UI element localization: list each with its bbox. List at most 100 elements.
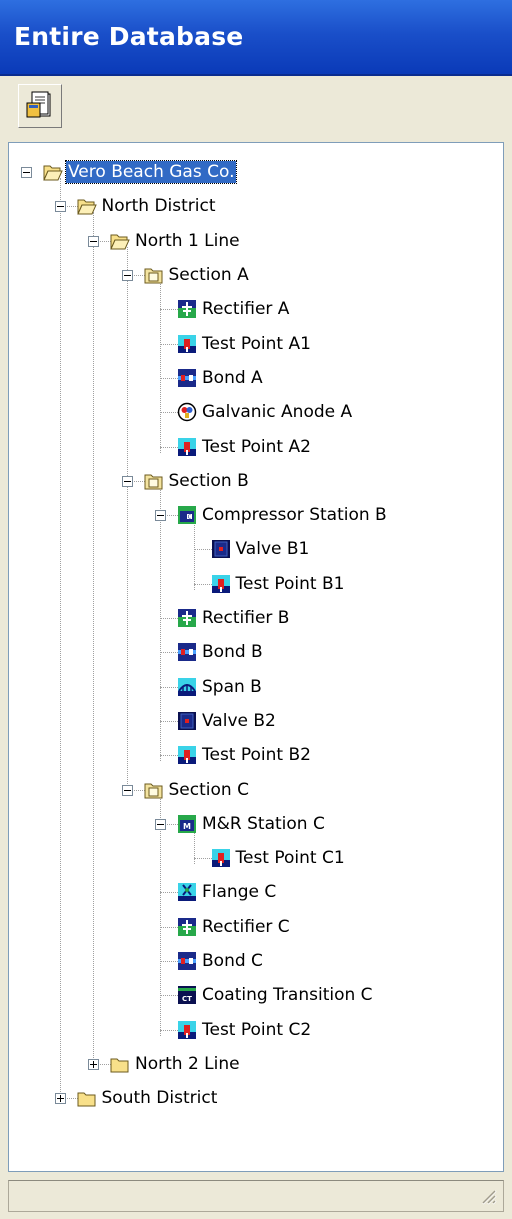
section-folder-icon (144, 265, 164, 285)
expand-toggle[interactable] (88, 1058, 99, 1070)
folder-open-icon (76, 196, 97, 216)
tree-node-label[interactable]: Test Point A1 (200, 333, 313, 355)
svg-text:M: M (183, 822, 191, 831)
test-point-icon (177, 745, 197, 765)
tree-node-label[interactable]: Compressor Station B (200, 504, 389, 526)
window: Entire Database Vero Beach Gas Co. North … (0, 0, 512, 1219)
tree-node-label[interactable]: Valve B2 (200, 710, 278, 732)
collapse-toggle[interactable] (121, 475, 133, 487)
collapse-toggle[interactable] (121, 270, 133, 282)
tree-node-label[interactable]: North 2 Line (133, 1053, 242, 1075)
tree-node[interactable]: Section A (9, 258, 499, 292)
svg-text:CT: CT (182, 995, 192, 1003)
coating-transition-icon: CT (177, 985, 197, 1005)
tree-node[interactable]: Bond A (9, 361, 499, 395)
tree-node-label[interactable]: Rectifier B (200, 607, 291, 629)
tree-node-label[interactable]: Test Point C1 (234, 847, 347, 869)
tree-node-label[interactable]: North 1 Line (133, 230, 242, 252)
folder-open-icon (43, 162, 63, 182)
tree-node-label[interactable]: Test Point C2 (200, 1019, 313, 1041)
mr-station-icon: M (177, 814, 197, 834)
tree-node[interactable]: Test Point A1 (9, 327, 499, 361)
tree-node-label[interactable]: Rectifier C (200, 916, 292, 938)
tree-node[interactable]: Test Point C1 (9, 841, 499, 875)
test-point-icon (177, 334, 197, 354)
test-point-icon (177, 437, 197, 457)
tree-node[interactable]: Span B (9, 670, 499, 704)
tree-node-label[interactable]: M&R Station C (200, 813, 327, 835)
tree-node-label[interactable]: Flange C (200, 881, 278, 903)
collapse-toggle[interactable] (155, 510, 166, 522)
expand-toggle[interactable] (54, 1093, 66, 1105)
tree-node[interactable]: Rectifier B (9, 601, 499, 635)
section-folder-icon (144, 471, 164, 491)
collapse-toggle[interactable] (21, 167, 32, 179)
tree-view[interactable]: Vero Beach Gas Co. North District North 1 … (8, 142, 504, 1172)
collapse-toggle[interactable] (88, 235, 99, 247)
tree-node[interactable]: Valve B1 (9, 532, 499, 566)
tree-node-label[interactable]: South District (100, 1087, 220, 1109)
tree-node-label[interactable]: Section B (167, 470, 251, 492)
tree-node[interactable]: Flange C (9, 875, 499, 909)
test-point-icon (211, 848, 231, 868)
collapse-toggle[interactable] (54, 201, 66, 213)
tree-node-label[interactable]: Test Point B2 (200, 744, 313, 766)
status-bar (8, 1180, 504, 1212)
section-folder-icon (144, 780, 164, 800)
tree-node[interactable]: North 2 Line (9, 1047, 499, 1081)
test-point-icon (177, 1020, 197, 1040)
tree-node[interactable]: Section B (9, 464, 499, 498)
tree-node-label[interactable]: Rectifier A (200, 298, 291, 320)
tree-node[interactable]: Test Point B2 (9, 738, 499, 772)
tree-node[interactable]: Test Point B1 (9, 567, 499, 601)
report-icon (26, 91, 51, 118)
tree-node[interactable]: CT Coating Transition C (9, 978, 499, 1012)
tree-node-label[interactable]: Bond B (200, 641, 265, 663)
tree-node-label[interactable]: Galvanic Anode A (200, 401, 354, 423)
rectifier-icon (177, 608, 197, 628)
bond-icon (177, 368, 197, 388)
tree-node-label[interactable]: Section C (167, 779, 251, 801)
tree-node-label[interactable]: Coating Transition C (200, 984, 375, 1006)
tree-node[interactable]: Bond B (9, 635, 499, 669)
span-icon (177, 677, 197, 697)
tree-node[interactable]: Section C (9, 772, 499, 806)
tree-node-label[interactable]: Test Point A2 (200, 436, 313, 458)
folder-closed-icon (110, 1054, 130, 1074)
tree-node[interactable]: North District (9, 189, 499, 223)
rectifier-icon (177, 299, 197, 319)
test-point-icon (211, 574, 231, 594)
bond-icon (177, 642, 197, 662)
tree-node[interactable]: Galvanic Anode A (9, 395, 499, 429)
report-button[interactable] (18, 84, 62, 128)
tree-node[interactable]: North 1 Line (9, 224, 499, 258)
title-bar[interactable]: Entire Database (0, 0, 512, 76)
tree-node[interactable]: Valve B2 (9, 704, 499, 738)
tree-node[interactable]: C Compressor Station B (9, 498, 499, 532)
tree-node[interactable]: Vero Beach Gas Co. (9, 155, 499, 189)
tree-node-label[interactable]: Valve B1 (234, 538, 312, 560)
collapse-toggle[interactable] (155, 818, 166, 830)
folder-closed-icon (77, 1088, 97, 1108)
tree-node-label[interactable]: Section A (167, 264, 251, 286)
tree-node-label[interactable]: Vero Beach Gas Co. (64, 160, 238, 185)
tree-node[interactable]: Rectifier C (9, 910, 499, 944)
collapse-toggle[interactable] (121, 784, 133, 796)
tree-node-label[interactable]: Span B (200, 676, 264, 698)
tree-node-label[interactable]: Test Point B1 (234, 573, 347, 595)
tree-node-label[interactable]: Bond C (200, 950, 265, 972)
tree-node[interactable]: M M&R Station C (9, 807, 499, 841)
toolbar (8, 80, 504, 136)
tree-node-label[interactable]: Bond A (200, 367, 265, 389)
tree-node[interactable]: Test Point C2 (9, 1013, 499, 1047)
tree-node[interactable]: South District (9, 1081, 499, 1115)
folder-open-icon (110, 231, 130, 251)
flange-icon (177, 882, 197, 902)
resize-grip-icon[interactable] (479, 1187, 497, 1205)
tree-node[interactable]: Bond C (9, 944, 499, 978)
window-title: Entire Database (14, 22, 244, 51)
tree-node-label[interactable]: North District (100, 195, 218, 217)
compressor-station-icon: C (177, 505, 197, 525)
tree-node[interactable]: Rectifier A (9, 292, 499, 326)
tree-node[interactable]: Test Point A2 (9, 429, 499, 463)
